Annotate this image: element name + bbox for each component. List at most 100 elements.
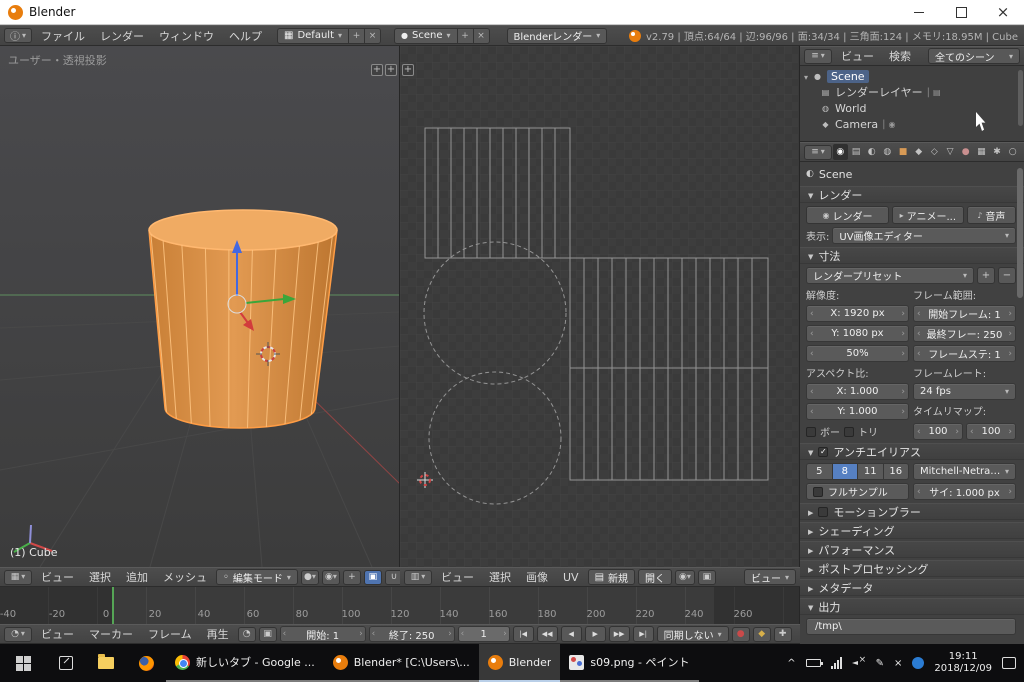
maximize-button[interactable]: [940, 0, 982, 24]
tray-expand-chevron-icon[interactable]: ^: [787, 658, 795, 669]
network-signal-icon[interactable]: [831, 657, 842, 669]
layer-image-icon[interactable]: [933, 88, 941, 97]
uv-pivot-selector[interactable]: [675, 570, 695, 585]
panel-header-metadata[interactable]: メタデータ: [800, 579, 1024, 596]
notification-center-icon[interactable]: [1002, 657, 1016, 669]
aa-filter-selector[interactable]: Mitchell-Netravali: [913, 463, 1016, 480]
jump-to-end-button[interactable]: ▶|: [633, 626, 654, 642]
fps-selector[interactable]: 24 fps: [913, 383, 1016, 400]
tab-modifiers[interactable]: [927, 144, 942, 160]
panel-header-output[interactable]: 出力: [800, 598, 1024, 615]
tab-render-layers[interactable]: [849, 144, 864, 160]
aa-size-field[interactable]: サイ: 1.000 px: [913, 483, 1016, 500]
menu-select[interactable]: 選択: [83, 569, 117, 585]
outliner-scrollbar[interactable]: [1018, 70, 1023, 126]
play-reverse-button[interactable]: ◀: [561, 626, 582, 642]
menu-select[interactable]: 選択: [483, 569, 517, 585]
panel-header-antialiasing[interactable]: アンチエイリアス: [800, 443, 1024, 460]
open-image-button[interactable]: 開く: [638, 569, 672, 585]
add-scene-button[interactable]: [458, 28, 474, 44]
menu-view[interactable]: ビュー: [435, 569, 480, 585]
antialiasing-checkbox[interactable]: [818, 447, 828, 457]
outliner-item-world[interactable]: ◍ World: [804, 100, 1024, 116]
tab-constraints[interactable]: [911, 144, 926, 160]
jump-to-start-button[interactable]: |◀: [513, 626, 534, 642]
panel-header-render[interactable]: レンダー: [800, 186, 1024, 203]
sync-mode-selector[interactable]: 同期しない: [657, 626, 729, 642]
close-tray-icon[interactable]: ×: [894, 658, 902, 669]
motion-blur-checkbox[interactable]: [818, 507, 828, 517]
editor-type-uv-button[interactable]: [404, 570, 432, 585]
aa-sample-16[interactable]: 16: [884, 463, 910, 480]
aspect-x-field[interactable]: X: 1.000: [806, 383, 909, 400]
editor-type-outliner-button[interactable]: [804, 49, 832, 64]
scene-selector[interactable]: Scene: [394, 28, 458, 44]
current-frame-field[interactable]: 1: [458, 626, 510, 642]
battery-icon[interactable]: [806, 659, 821, 667]
lock-toggle[interactable]: [259, 627, 277, 642]
render-display-selector[interactable]: UV画像エディター: [832, 227, 1016, 244]
menu-view[interactable]: ビュー: [35, 569, 80, 585]
visibility-eye-icon[interactable]: [889, 120, 896, 129]
ink-workspace-button[interactable]: [46, 644, 86, 682]
region-split-icon[interactable]: +: [385, 64, 397, 76]
frame-start-field[interactable]: 開始フレーム: 1: [913, 305, 1016, 322]
crop-checkbox[interactable]: [844, 427, 854, 437]
editor-type-info-button[interactable]: [4, 28, 32, 43]
current-frame-line[interactable]: [112, 587, 114, 624]
new-image-button[interactable]: 新規: [588, 569, 635, 585]
tab-render[interactable]: [833, 144, 848, 160]
full-sample-checkbox[interactable]: [813, 487, 823, 497]
next-keyframe-button[interactable]: ▶▶: [609, 626, 630, 642]
keying-set-button[interactable]: [753, 627, 771, 642]
minimize-button[interactable]: [898, 0, 940, 24]
panel-header-shading[interactable]: シェーディング: [800, 522, 1024, 539]
menu-help[interactable]: ヘルプ: [223, 28, 268, 44]
outliner-item-scene[interactable]: ● Scene: [804, 68, 1024, 84]
resolution-y-field[interactable]: Y: 1080 px: [806, 325, 909, 342]
tab-physics[interactable]: [1005, 144, 1020, 160]
remap-new-field[interactable]: 100: [966, 423, 1016, 440]
editor-type-properties-button[interactable]: [804, 145, 832, 160]
border-checkbox[interactable]: [806, 427, 816, 437]
pen-tray-icon[interactable]: ✎: [876, 658, 884, 669]
full-sample-toggle[interactable]: フルサンプル: [806, 483, 909, 500]
outliner-filter-selector[interactable]: 全てのシーン: [928, 48, 1020, 64]
file-explorer-button[interactable]: [86, 644, 126, 682]
play-button[interactable]: ▶: [585, 626, 606, 642]
menu-image[interactable]: 画像: [520, 569, 554, 585]
add-preset-button[interactable]: [977, 267, 995, 284]
render-animation-button[interactable]: アニメー...: [892, 206, 964, 224]
uv-snap-toggle[interactable]: [698, 570, 716, 585]
viewport-shading-selector[interactable]: [301, 570, 319, 585]
render-audio-button[interactable]: 音声: [967, 206, 1016, 224]
render-preset-selector[interactable]: レンダープリセット: [806, 267, 974, 284]
add-layout-button[interactable]: [349, 28, 365, 44]
prev-keyframe-button[interactable]: ◀◀: [537, 626, 558, 642]
taskbar-app-paint[interactable]: s09.png - ペイント: [560, 644, 698, 682]
menu-view[interactable]: ビュー: [35, 626, 80, 642]
panel-header-performance[interactable]: パフォーマンス: [800, 541, 1024, 558]
aa-sample-5[interactable]: 5: [806, 463, 833, 480]
render-engine-selector[interactable]: Blenderレンダー: [507, 28, 608, 44]
resolution-x-field[interactable]: X: 1920 px: [806, 305, 909, 322]
taskbar-app-chrome[interactable]: 新しいタブ - Google ...: [166, 644, 324, 682]
panel-header-motion-blur[interactable]: モーションブラー: [800, 503, 1024, 520]
bluetooth-tray-icon[interactable]: [912, 657, 924, 669]
menu-marker[interactable]: マーカー: [83, 626, 139, 642]
menu-view[interactable]: ビュー: [835, 48, 880, 64]
uv-image-editor[interactable]: +: [400, 46, 800, 567]
expand-icon[interactable]: [804, 70, 808, 83]
frame-end-field[interactable]: 終了: 250: [369, 626, 455, 642]
timeline-ruler[interactable]: -40 -20 0 20 40 60 80 100 120 140 160 18…: [0, 587, 800, 624]
frame-start-field[interactable]: 開始: 1: [280, 626, 366, 642]
start-button[interactable]: [0, 644, 46, 682]
menu-window[interactable]: ウィンドウ: [153, 28, 220, 44]
tab-particles[interactable]: [990, 144, 1005, 160]
uv-view-dropdown[interactable]: ビュー: [744, 569, 796, 585]
manipulator-active-toggle[interactable]: [364, 570, 382, 585]
firefox-button[interactable]: [126, 644, 166, 682]
close-button[interactable]: [982, 0, 1024, 24]
mode-selector[interactable]: 編集モード: [216, 569, 298, 585]
editor-type-3dview-button[interactable]: [4, 570, 32, 585]
